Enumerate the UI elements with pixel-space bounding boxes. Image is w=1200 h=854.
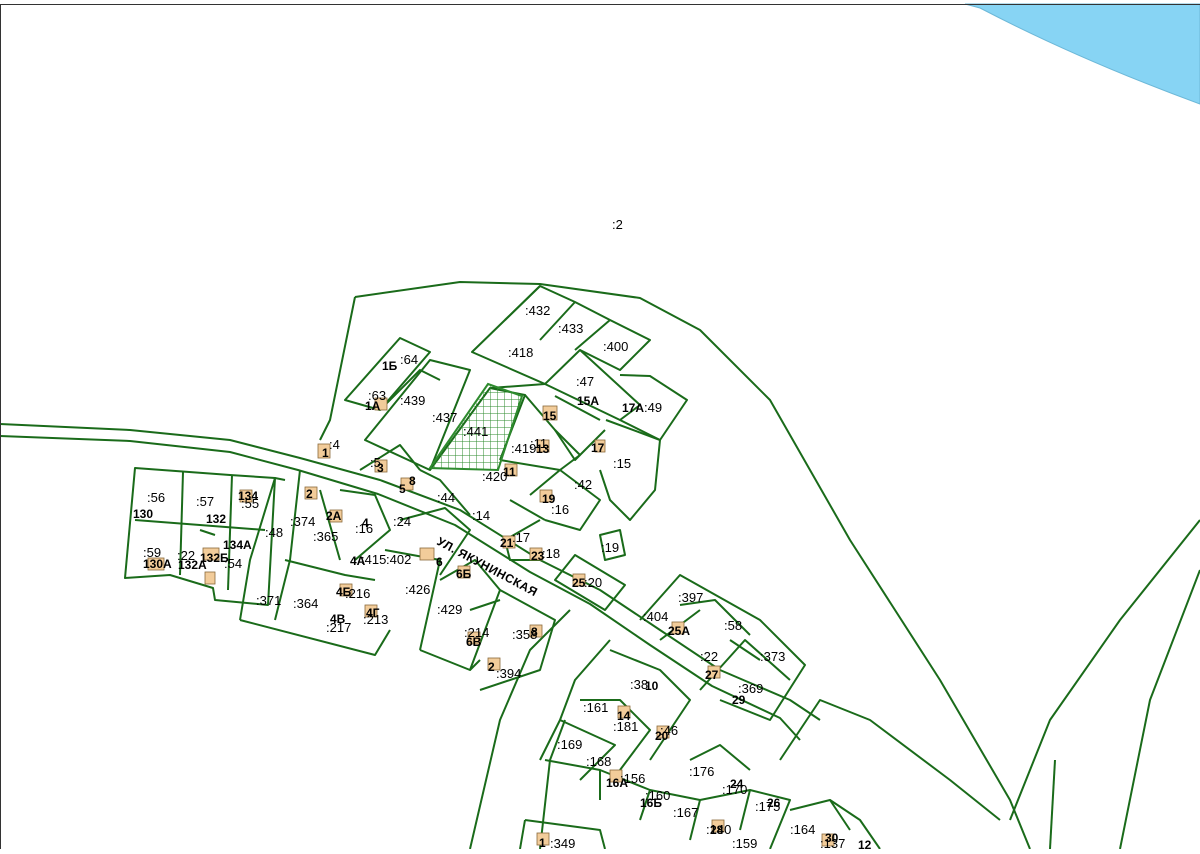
cad-label: :2: [612, 217, 623, 232]
house-number: 4Г: [366, 606, 380, 620]
house-number: 11: [503, 465, 516, 479]
cad-label: :397: [678, 590, 703, 605]
house-number: 1Б: [382, 359, 398, 373]
cad-label: :14: [472, 508, 490, 523]
house-number: 19: [542, 492, 556, 506]
house-number: 2: [488, 660, 495, 674]
cad-label: :42: [574, 477, 592, 492]
house-number: 2: [306, 487, 313, 501]
house-number: 20: [655, 729, 669, 743]
cad-label: :402: [386, 552, 411, 567]
house-number: 1: [539, 836, 546, 849]
cad-label: :394: [496, 666, 521, 681]
house-number: 5: [399, 482, 406, 496]
cad-label: :48: [265, 525, 283, 540]
cad-label: :168: [586, 754, 611, 769]
cad-label: :58: [724, 618, 742, 633]
house-number: 21: [500, 536, 514, 550]
cad-label: :164: [790, 822, 815, 837]
cad-label: :404: [643, 609, 668, 624]
cad-label: :159: [732, 836, 757, 849]
cad-label: :437: [432, 410, 457, 425]
house-number: 13: [536, 442, 550, 456]
house-number: 4А: [350, 554, 366, 568]
house-number: 130: [133, 507, 153, 521]
house-number: 4В: [330, 612, 346, 626]
house-number: 26: [767, 796, 781, 810]
cad-label: :47: [576, 374, 594, 389]
cad-label: :17: [512, 530, 530, 545]
house-number: 1А: [365, 399, 381, 413]
house-number: 6Б: [456, 567, 472, 581]
house-number: 16Б: [640, 796, 662, 810]
house-number: 12: [858, 838, 872, 849]
cad-label: :56: [147, 490, 165, 505]
house-number: 14: [617, 709, 631, 723]
cad-label: :167: [673, 805, 698, 820]
cad-label: :18: [542, 546, 560, 561]
house-number: 134: [238, 489, 258, 503]
map-canvas: УЛ. ЯКУНИНСКАЯ :2 :432 :433 :418 :400 :6…: [0, 3, 1200, 852]
cad-label: :49: [644, 400, 662, 415]
house-number: 15А: [577, 394, 599, 408]
cad-label: :426: [405, 582, 430, 597]
house-number: 25: [572, 576, 586, 590]
house-number: 132: [206, 512, 226, 526]
cad-label: :400: [603, 339, 628, 354]
house-number: 8: [531, 625, 538, 639]
cad-label: :20: [584, 575, 602, 590]
cad-label: :15: [613, 456, 631, 471]
cad-label: :374: [290, 514, 315, 529]
cadastral-labels: :2 :432 :433 :418 :400 :64 :47 :63 :439 …: [143, 217, 845, 851]
cad-label: :4: [329, 437, 340, 452]
cad-label: :19: [601, 540, 619, 555]
cadastral-map[interactable]: УЛ. ЯКУНИНСКАЯ :2 :432 :433 :418 :400 :6…: [0, 0, 1200, 852]
house-number: 3: [377, 461, 384, 475]
cad-label: :169: [557, 737, 582, 752]
house-number: 16А: [606, 776, 628, 790]
cad-label: :418: [508, 345, 533, 360]
house-number: 25А: [668, 624, 690, 638]
house-number: 134А: [223, 538, 252, 552]
parcel-outlines: [124, 281, 1200, 850]
cad-label: :24: [393, 514, 411, 529]
house-number: 15: [543, 409, 557, 423]
cad-label: :365: [313, 529, 338, 544]
cad-label: :371: [256, 593, 281, 608]
house-number: 30: [825, 831, 839, 845]
house-number: 6В: [466, 635, 482, 649]
house-number: 29: [732, 693, 746, 707]
house-number: 132Б: [200, 551, 229, 565]
cad-label: :364: [293, 596, 318, 611]
house-number: 2А: [326, 509, 342, 523]
house-number: 1: [322, 446, 329, 460]
house-number: 24: [730, 777, 744, 791]
cad-label: :349: [550, 836, 575, 849]
cad-label: :373: [760, 649, 785, 664]
cad-label: :441: [463, 424, 488, 439]
cad-label: :44: [437, 490, 455, 505]
cad-label: :22: [700, 649, 718, 664]
house-number: 23: [531, 549, 545, 563]
house-number: 130А: [143, 557, 172, 571]
house-number: 4Б: [336, 585, 352, 599]
house-number: 28: [710, 823, 724, 837]
cad-label: :439: [400, 393, 425, 408]
cad-label: :432: [525, 303, 550, 318]
cad-label: :429: [437, 602, 462, 617]
house-number: 8: [409, 474, 416, 488]
cad-label: :64: [400, 352, 418, 367]
house-number: 6: [436, 555, 443, 569]
house-number: 4: [362, 516, 369, 530]
cad-label: :433: [558, 321, 583, 336]
cad-label: :176: [689, 764, 714, 779]
cad-label: :57: [196, 494, 214, 509]
house-number: 17А: [622, 401, 644, 415]
house-number: 17: [591, 441, 605, 455]
house-number: 10: [645, 679, 659, 693]
water-body: [964, 3, 1200, 105]
house-number: 27: [705, 668, 719, 682]
cad-label: :161: [583, 700, 608, 715]
